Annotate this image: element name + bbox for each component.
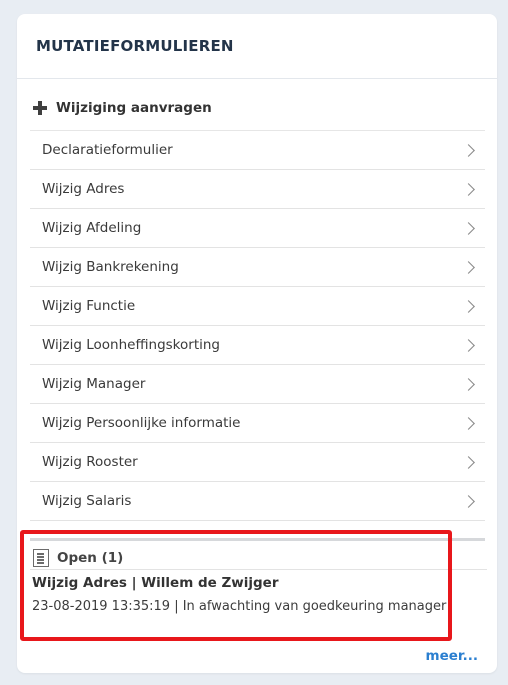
- menu-item-wijzig-functie[interactable]: Wijzig Functie: [30, 287, 485, 326]
- menu-item-wijzig-afdeling[interactable]: Wijzig Afdeling: [30, 209, 485, 248]
- menu-item-wijzig-salaris[interactable]: Wijzig Salaris: [30, 482, 485, 521]
- menu-item-declaratieformulier[interactable]: Declaratieformulier: [30, 131, 485, 170]
- chevron-right-icon: [462, 143, 475, 157]
- menu-item-wijzig-bankrekening[interactable]: Wijzig Bankrekening: [30, 248, 485, 287]
- chevron-right-icon: [462, 377, 475, 391]
- menu-item-wijzig-loonheffingskorting[interactable]: Wijzig Loonheffingskorting: [30, 326, 485, 365]
- menu-item-wijzig-persoonlijke-informatie[interactable]: Wijzig Persoonlijke informatie: [30, 404, 485, 443]
- menu-item-label: Wijzig Afdeling: [42, 220, 142, 236]
- menu-item-wijzig-adres[interactable]: Wijzig Adres: [30, 170, 485, 209]
- menu-item-wijzig-manager[interactable]: Wijzig Manager: [30, 365, 485, 404]
- chevron-right-icon: [462, 338, 475, 352]
- menu-item-label: Declaratieformulier: [42, 142, 173, 158]
- menu-item-label: Wijzig Bankrekening: [42, 259, 179, 275]
- highlight-box: [20, 530, 452, 641]
- menu-item-label: Wijzig Adres: [42, 181, 125, 197]
- chevron-right-icon: [462, 221, 475, 235]
- menu-item-label: Wijzig Manager: [42, 376, 146, 392]
- mutation-forms-card: MUTATIEFORMULIEREN Wijziging aanvragen D…: [17, 14, 497, 673]
- chevron-right-icon: [462, 494, 475, 508]
- menu-item-wijzig-rooster[interactable]: Wijzig Rooster: [30, 443, 485, 482]
- mutation-form-list: Declaratieformulier Wijzig Adres Wijzig …: [30, 130, 485, 521]
- add-request-label: Wijziging aanvragen: [56, 100, 212, 116]
- chevron-right-icon: [462, 455, 475, 469]
- menu-item-label: Wijzig Functie: [42, 298, 136, 314]
- more-link[interactable]: meer...: [426, 648, 479, 664]
- chevron-right-icon: [462, 416, 475, 430]
- chevron-right-icon: [462, 260, 475, 274]
- card-title: MUTATIEFORMULIEREN: [36, 37, 234, 55]
- plus-icon: [33, 101, 47, 115]
- card-header: MUTATIEFORMULIEREN: [17, 14, 497, 79]
- chevron-right-icon: [462, 299, 475, 313]
- chevron-right-icon: [462, 182, 475, 196]
- menu-item-label: Wijzig Salaris: [42, 493, 132, 509]
- menu-item-label: Wijzig Rooster: [42, 454, 138, 470]
- add-request-heading: Wijziging aanvragen: [33, 100, 212, 116]
- menu-item-label: Wijzig Loonheffingskorting: [42, 337, 220, 353]
- menu-item-label: Wijzig Persoonlijke informatie: [42, 415, 241, 431]
